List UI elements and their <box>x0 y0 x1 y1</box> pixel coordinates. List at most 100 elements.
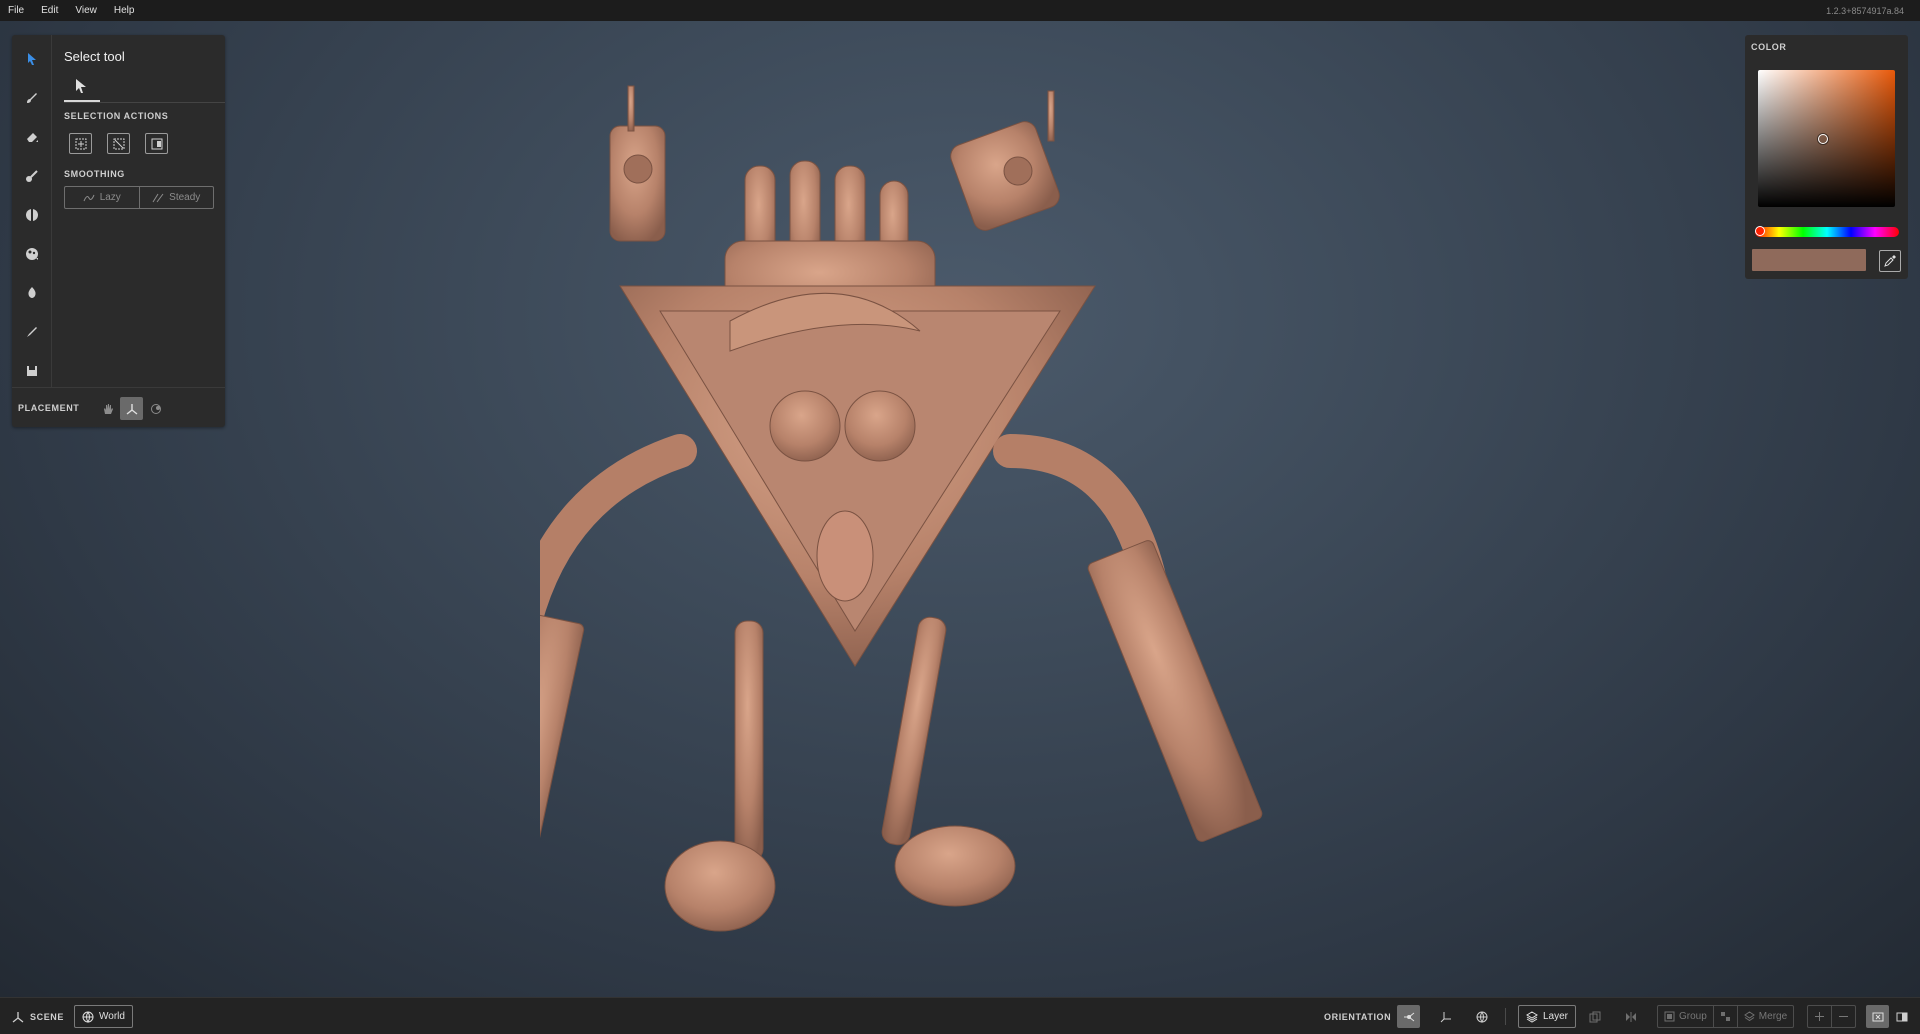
duplicate-icon <box>1589 1011 1600 1022</box>
select-tool-button[interactable] <box>20 47 44 71</box>
placement-surface-button[interactable] <box>144 397 167 420</box>
select-tab[interactable] <box>74 78 88 99</box>
steady-label: Steady <box>169 192 201 203</box>
group-label: Group <box>1679 1011 1707 1022</box>
layer-icon <box>1526 1010 1538 1023</box>
minus-icon <box>1839 1016 1848 1017</box>
layer-button[interactable]: Layer <box>1518 1005 1577 1028</box>
invert-selection-button[interactable] <box>145 133 168 154</box>
add-button[interactable] <box>1808 1006 1831 1027</box>
orientation-axis-button[interactable] <box>1434 1005 1457 1028</box>
eraser-icon <box>27 133 38 142</box>
placement-axis-button[interactable] <box>120 397 143 420</box>
paint-tool-button[interactable] <box>20 320 44 344</box>
view-mode-b-button[interactable] <box>1890 1005 1913 1028</box>
view-panel-icon <box>1896 1012 1907 1021</box>
merge-label: Merge <box>1758 1011 1788 1022</box>
menu-view[interactable]: View <box>67 5 106 16</box>
hand-icon <box>103 403 113 414</box>
scene-icon <box>12 1011 24 1023</box>
smudge-tool-button[interactable] <box>20 164 44 188</box>
menu-edit[interactable]: Edit <box>33 5 67 16</box>
color-picker-tool-button[interactable] <box>20 242 44 266</box>
separator <box>1505 1008 1506 1025</box>
lazy-option[interactable]: Lazy <box>65 187 139 208</box>
duplicate-button[interactable] <box>1583 1005 1606 1028</box>
menu-file[interactable]: File <box>0 5 33 16</box>
smudge-icon <box>26 170 38 182</box>
menu-help[interactable]: Help <box>106 5 144 16</box>
view-mode-a-button[interactable] <box>1866 1005 1889 1028</box>
local-axis-icon <box>1403 1012 1414 1021</box>
eraser-tool-button[interactable] <box>20 125 44 149</box>
orientation-section: ORIENTATION <box>1324 998 1391 1034</box>
paint-icon <box>27 327 37 337</box>
hue-slider[interactable] <box>1755 227 1899 237</box>
tool-panel: Select tool SELECTION ACTIONS SMOOTHING … <box>12 35 225 427</box>
save-icon <box>27 366 37 376</box>
surface-icon <box>150 403 161 414</box>
invert-selection-icon <box>151 138 162 149</box>
selection-actions-label: SELECTION ACTIONS <box>64 111 169 121</box>
fill-icon <box>28 287 36 298</box>
sculpt-model[interactable] <box>540 71 1590 951</box>
lazy-label: Lazy <box>99 192 121 203</box>
color-panel: COLOR <box>1745 35 1908 279</box>
version-label: 1.2.3+8574917a.84 <box>1826 5 1904 16</box>
orientation-local-button[interactable] <box>1397 1005 1420 1028</box>
divider <box>64 102 225 103</box>
scene-section: SCENE <box>12 998 64 1034</box>
eyedropper-button[interactable] <box>1879 250 1901 272</box>
axis-icon <box>126 403 137 415</box>
placement-hand-button[interactable] <box>96 397 119 420</box>
plus-icon <box>1815 1012 1824 1021</box>
deselect-button[interactable] <box>107 133 130 154</box>
add-remove-controls <box>1807 1005 1856 1028</box>
smoothing-label: SMOOTHING <box>64 169 125 179</box>
hue-slider-knob[interactable] <box>1755 226 1765 236</box>
lazy-icon <box>83 194 95 201</box>
placement-bar: PLACEMENT <box>12 387 225 427</box>
smoothing-toggle: Lazy Steady <box>64 186 214 209</box>
tool-strip <box>12 35 52 387</box>
group-button[interactable]: Group <box>1658 1006 1713 1027</box>
save-tool-button[interactable] <box>20 359 44 383</box>
brush-icon <box>27 93 37 103</box>
color-cursor[interactable] <box>1818 134 1828 144</box>
placement-label: PLACEMENT <box>18 402 80 413</box>
orientation-world-button[interactable] <box>1470 1005 1493 1028</box>
move-icon <box>26 209 38 221</box>
select-all-icon <box>75 138 86 149</box>
menu-bar: File Edit View Help 1.2.3+8574917a.84 <box>0 0 1920 21</box>
merge-icon <box>1743 1011 1755 1022</box>
select-all-button[interactable] <box>69 133 92 154</box>
globe-icon <box>82 1011 94 1023</box>
merge-button[interactable]: Merge <box>1736 1006 1793 1027</box>
eyedropper-icon <box>1884 255 1896 267</box>
layer-label: Layer <box>1543 1011 1569 1022</box>
world-button[interactable]: World <box>74 1005 133 1028</box>
viewport-canvas[interactable] <box>0 21 1920 997</box>
ungroup-button[interactable] <box>1712 1006 1737 1027</box>
globe-icon <box>1476 1011 1487 1023</box>
cursor-icon <box>76 79 86 93</box>
color-label: COLOR <box>1751 42 1787 52</box>
group-icon <box>1664 1011 1675 1022</box>
fill-tool-button[interactable] <box>20 281 44 305</box>
world-label: World <box>99 1011 125 1022</box>
steady-icon <box>152 193 164 202</box>
tool-title: Select tool <box>64 49 125 64</box>
orientation-label: ORIENTATION <box>1324 1011 1392 1022</box>
color-picker-icon <box>26 248 38 260</box>
move-tool-button[interactable] <box>20 203 44 227</box>
scene-label: SCENE <box>30 1011 65 1022</box>
remove-button[interactable] <box>1831 1006 1855 1027</box>
group-merge-controls: Group Merge <box>1657 1005 1795 1028</box>
mirror-icon <box>1625 1011 1636 1022</box>
steady-option[interactable]: Steady <box>138 187 214 208</box>
saturation-value-picker[interactable] <box>1758 70 1895 207</box>
status-bar: SCENE World ORIENTATION Layer Group Merg… <box>0 997 1920 1034</box>
current-color-swatch[interactable] <box>1752 249 1866 271</box>
mirror-button[interactable] <box>1619 1005 1642 1028</box>
brush-tool-button[interactable] <box>20 86 44 110</box>
